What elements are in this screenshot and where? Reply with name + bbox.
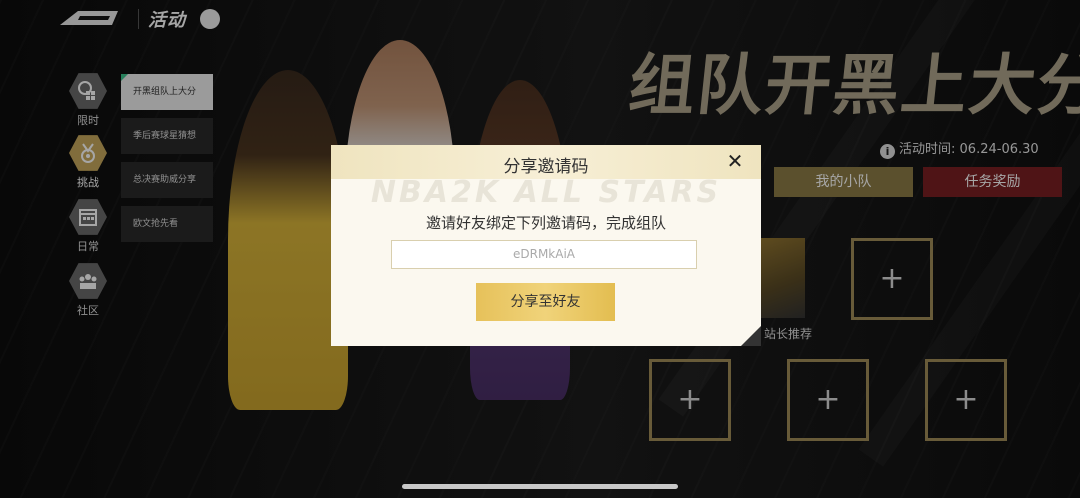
home-indicator[interactable] [402, 484, 678, 489]
modal-description: 邀请好友绑定下列邀请码，完成组队 [425, 214, 666, 232]
modal-watermark: NBA2K ALL STARS [370, 175, 722, 205]
invite-code-modal: NBA2K ALL STARS 分享邀请码 ✕ 邀请好友绑定下列邀请码，完成组队… [331, 145, 761, 346]
modal-title: 分享邀请码 [503, 157, 589, 177]
share-to-friend-button[interactable]: 分享至好友 [476, 283, 615, 321]
modal-corner-decoration [741, 326, 761, 346]
close-icon[interactable]: ✕ [724, 150, 746, 172]
invite-code-field[interactable]: eDRMkAiA [391, 240, 697, 269]
